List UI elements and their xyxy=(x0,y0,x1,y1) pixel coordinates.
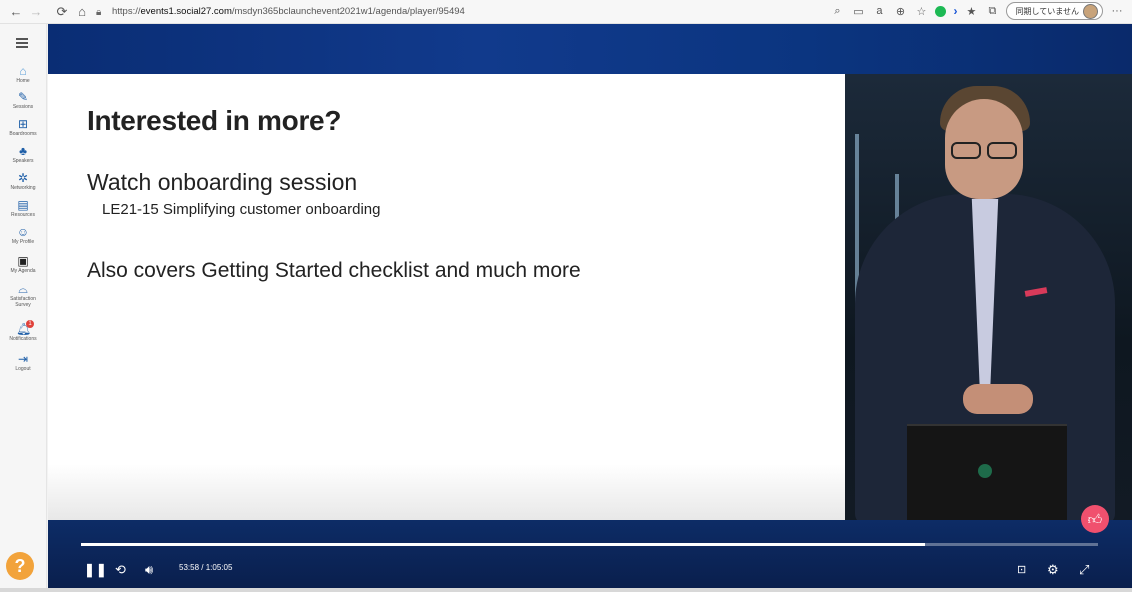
presenter-glasses xyxy=(951,142,1017,159)
boardroom-icon: ⊞ xyxy=(17,117,29,131)
sidebar-item-label: Sessions xyxy=(12,104,34,110)
sidebar-item-label: My Profile xyxy=(11,239,35,245)
browser-tools: ⌕ ▭ a ⊕ ☆ › ★ ⧉ 同期していません ··· xyxy=(830,2,1124,20)
time-separator: / xyxy=(201,563,204,572)
extension-green-icon[interactable] xyxy=(935,5,947,17)
logout-icon: ⇥ xyxy=(17,352,29,366)
sidebar-item-label: Boardrooms xyxy=(9,131,37,137)
help-button[interactable]: ? xyxy=(6,552,34,580)
lock-icon: 🔒︎ xyxy=(96,6,102,18)
sidebar-item-label: Logout xyxy=(15,366,31,372)
sidebar-item-home[interactable]: ⌂ Home xyxy=(0,64,46,84)
survey-icon: ⌓ xyxy=(18,282,28,296)
sidebar-item-my-profile[interactable]: ☺ My Profile xyxy=(0,225,46,245)
sidebar: ⌂ Home ✎ Sessions ⊞ Boardrooms ♣ Speaker… xyxy=(0,24,47,592)
url-prefix: https:// xyxy=(112,6,141,17)
sidebar-item-satisfaction-survey[interactable]: ⌓ Satisfaction Survey xyxy=(0,282,46,308)
extension-blue-icon[interactable]: › xyxy=(953,4,957,18)
search-icon[interactable]: ⌕ xyxy=(830,5,844,18)
presentation-slide: Interested in more? Watch onboarding ses… xyxy=(48,74,845,520)
url-host: events1.social27.com xyxy=(140,6,232,17)
notification-badge: 1 xyxy=(26,320,34,328)
captions-icon[interactable]: ⊡ xyxy=(1017,559,1026,581)
sidebar-item-sessions[interactable]: ✎ Sessions xyxy=(0,90,46,110)
slide-note: Also covers Getting Started checklist an… xyxy=(87,259,581,282)
progress-fill xyxy=(81,543,926,546)
sidebar-item-resources[interactable]: ▤ Resources xyxy=(0,198,46,218)
sidebar-item-logout[interactable]: ⇥ Logout xyxy=(0,352,46,372)
slide-subheading: LE21-15 Simplifying customer onboarding xyxy=(102,201,381,218)
favorite-add-icon[interactable]: ☆ xyxy=(914,5,928,18)
sync-status-label: 同期していません xyxy=(1015,6,1079,16)
profile-button[interactable]: 同期していません xyxy=(1006,2,1103,20)
url-path: /msdyn365bclaunchevent2021w1/agenda/play… xyxy=(231,6,465,17)
settings-gear-icon[interactable]: ⚙ xyxy=(1047,559,1059,581)
resources-icon: ▤ xyxy=(17,198,29,212)
browser-toolbar: ← → ⟳ ⌂ 🔒︎ https://events1.social27.com /… xyxy=(0,0,1132,24)
sidebar-item-my-agenda[interactable]: ▣ My Agenda xyxy=(0,254,46,274)
back-icon[interactable]: ← xyxy=(6,2,26,22)
video-player[interactable]: Interested in more? Watch onboarding ses… xyxy=(48,24,1132,588)
presenter-video xyxy=(845,74,1132,520)
progress-bar[interactable] xyxy=(81,543,1098,546)
slide-title: Interested in more? xyxy=(87,105,342,136)
zoom-icon[interactable]: ⊕ xyxy=(893,5,907,18)
pencil-icon: ✎ xyxy=(17,90,29,104)
sidebar-item-label: Speakers xyxy=(12,158,34,164)
pause-icon[interactable]: ❚❚ xyxy=(84,559,108,581)
more-icon[interactable]: ··· xyxy=(1110,5,1124,17)
networking-icon: ✲ xyxy=(17,171,29,185)
sidebar-item-notifications[interactable]: 🔔︎ 1 Notifications xyxy=(0,320,46,342)
volume-icon[interactable]: 🔊︎ xyxy=(145,559,153,581)
sidebar-item-label: Satisfaction Survey xyxy=(10,296,36,308)
thumbs-up-icon: 👍︎ xyxy=(1087,511,1103,527)
sidebar-item-speakers[interactable]: ♣ Speakers xyxy=(0,144,46,164)
time-display: 53:58 / 1:05:05 xyxy=(179,563,232,572)
slide-fade xyxy=(48,464,845,520)
player-controls: ❚❚ ⟲ 🔊︎ 53:58 / 1:05:05 ⊡ ⚙ ⤢ xyxy=(81,559,1098,581)
like-button[interactable]: 👍︎ xyxy=(1081,505,1109,533)
profile-icon: ☺ xyxy=(16,225,30,239)
sidebar-item-networking[interactable]: ✲ Networking xyxy=(0,171,46,191)
sidebar-item-label: Networking xyxy=(10,185,36,191)
home-browser-icon[interactable]: ⌂ xyxy=(72,2,92,22)
sidebar-item-boardrooms[interactable]: ⊞ Boardrooms xyxy=(0,117,46,137)
horizontal-scrollbar[interactable] xyxy=(0,588,1132,592)
laptop-logo xyxy=(978,464,992,478)
rewind-10-icon[interactable]: ⟲ xyxy=(115,559,126,581)
sidebar-item-label: My Agenda xyxy=(10,268,36,274)
speaker-icon: ♣ xyxy=(19,144,27,158)
avatar xyxy=(1083,3,1098,19)
refresh-icon[interactable]: ⟳ xyxy=(52,2,72,22)
favorites-icon[interactable]: ★ xyxy=(964,5,978,18)
read-aloud-icon[interactable]: a xyxy=(872,5,886,17)
sidebar-item-label: Home xyxy=(16,78,30,84)
slide-heading: Watch onboarding session xyxy=(87,169,358,195)
duration: 1:05:05 xyxy=(205,563,233,572)
laptop xyxy=(907,424,1067,520)
player-top-band xyxy=(48,24,1132,74)
hamburger-menu-icon[interactable] xyxy=(16,38,28,48)
agenda-icon: ▣ xyxy=(17,254,29,268)
presenter-hands xyxy=(963,384,1033,414)
current-time: 53:58 xyxy=(179,563,200,572)
home-icon: ⌂ xyxy=(19,64,27,78)
reader-icon[interactable]: ▭ xyxy=(851,5,865,18)
fullscreen-icon[interactable]: ⤢ xyxy=(1079,559,1089,581)
collections-icon[interactable]: ⧉ xyxy=(985,5,999,18)
address-bar[interactable]: 🔒︎ https://events1.social27.com/msdyn365… xyxy=(96,6,465,18)
forward-icon[interactable]: → xyxy=(26,2,46,22)
sidebar-item-label: Notifications xyxy=(9,336,37,342)
sidebar-item-label: Resources xyxy=(11,212,35,218)
